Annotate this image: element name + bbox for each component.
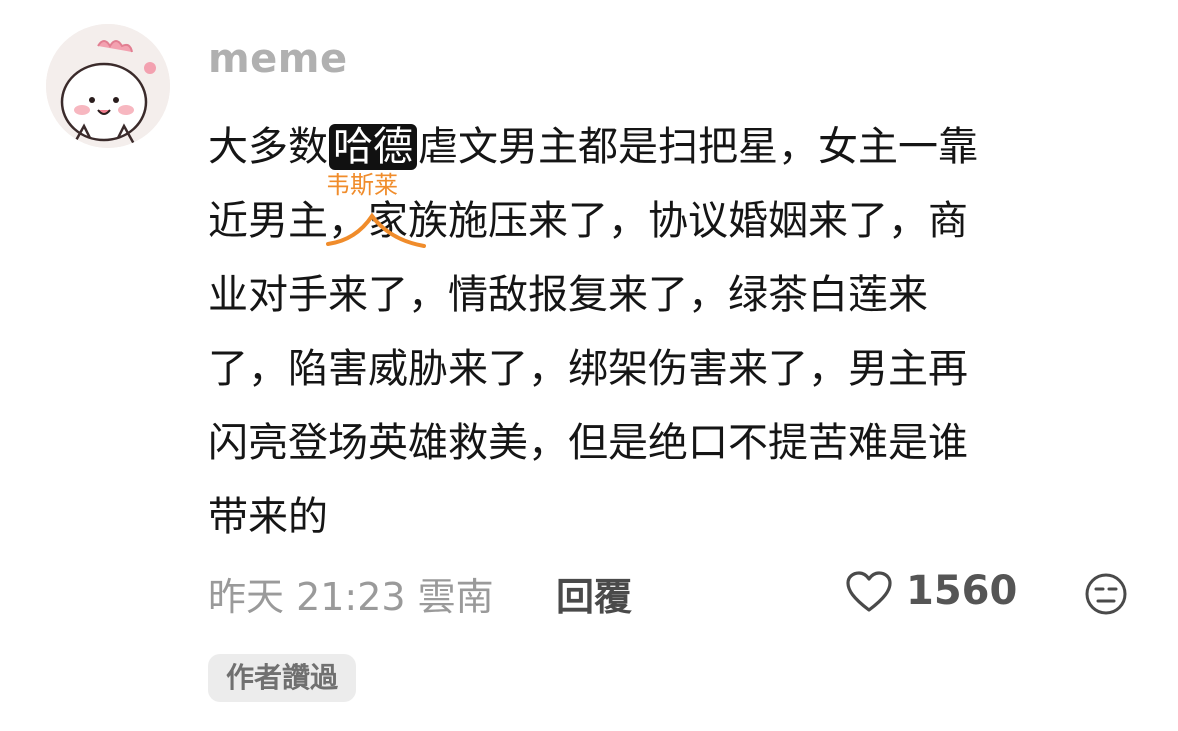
- comment-line: 业对手来了，情敌报复来了，绿茶白莲来: [208, 272, 928, 318]
- comment-text-segment: 大多数: [208, 124, 328, 170]
- avatar-character-image: [46, 24, 170, 148]
- comment-meta: 昨天 21:23 雲南 回覆: [208, 566, 632, 621]
- like-count: 1560: [906, 568, 1018, 614]
- avatar[interactable]: [46, 24, 170, 148]
- neutral-face-emoji-icon[interactable]: [1084, 572, 1128, 616]
- insertion-caret-mark: [326, 212, 426, 248]
- timestamp-location: 昨天 21:23 雲南: [208, 575, 494, 619]
- comment-line: 带来的: [208, 494, 328, 540]
- comment-line: 了，陷害威胁来了，绑架伤害来了，男主再: [208, 346, 968, 392]
- author-liked-badge: 作者讚過: [208, 654, 357, 702]
- reply-button[interactable]: 回覆: [556, 566, 632, 621]
- handwritten-annotation: 韦斯莱: [326, 171, 398, 199]
- heart-outline-icon[interactable]: [845, 570, 893, 614]
- highlighted-word: 哈德: [329, 124, 417, 170]
- comment-line: 闪亮登场英雄救美，但是绝口不提苦难是谁: [208, 420, 968, 466]
- comment-text-segment: 虐文男主都是扫把星，女主一靠: [418, 124, 978, 170]
- username[interactable]: meme: [208, 36, 348, 82]
